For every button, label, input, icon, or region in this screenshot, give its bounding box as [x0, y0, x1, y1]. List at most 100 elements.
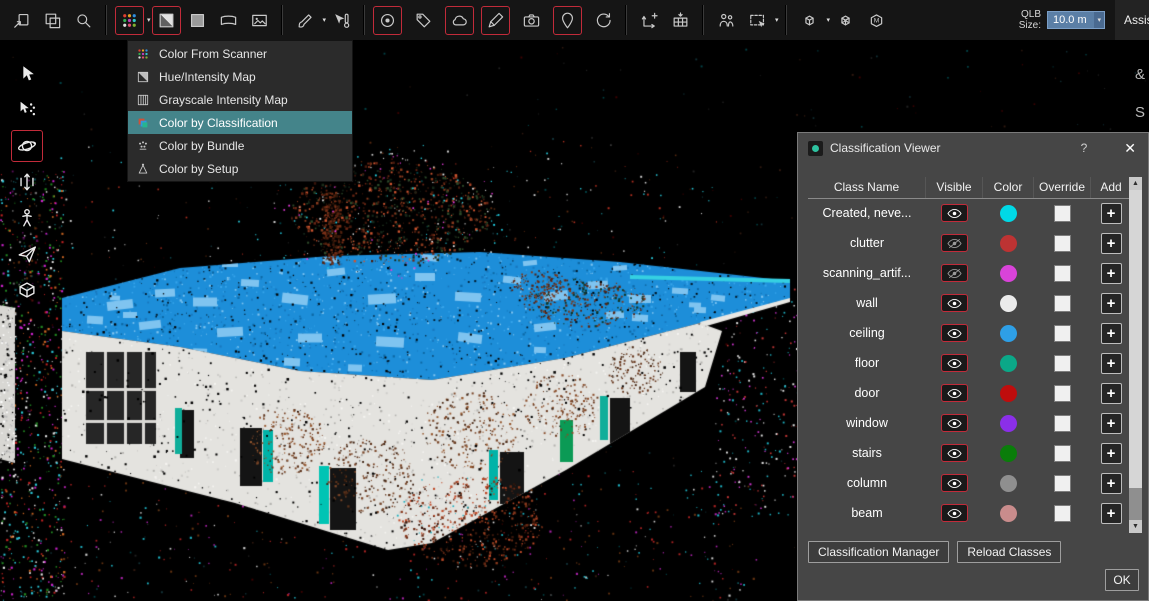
tag-tool-button[interactable] — [409, 6, 438, 35]
add-to-class-button[interactable]: + — [1101, 323, 1122, 344]
override-checkbox[interactable] — [1054, 475, 1071, 492]
brush-dropdown-arrow[interactable]: ▾ — [323, 16, 327, 24]
placemark-button[interactable] — [553, 6, 582, 35]
visibility-toggle[interactable] — [941, 414, 968, 432]
visibility-toggle[interactable] — [941, 324, 968, 342]
selection-box-button[interactable] — [743, 6, 772, 35]
override-checkbox[interactable] — [1054, 505, 1071, 522]
help-button[interactable]: ? — [1081, 141, 1088, 155]
selection-dropdown-arrow[interactable]: ▾ — [775, 16, 779, 24]
scroll-up-button[interactable]: ▲ — [1129, 177, 1142, 190]
add-to-class-button[interactable]: + — [1101, 503, 1122, 524]
scrollbar[interactable]: ▲ ▼ — [1129, 177, 1142, 533]
point-color-mode-button[interactable] — [115, 6, 144, 35]
menu-item-hue-intensity-map[interactable]: Hue/Intensity Map — [128, 65, 352, 88]
override-checkbox[interactable] — [1054, 385, 1071, 402]
scroll-down-button[interactable]: ▼ — [1129, 520, 1142, 533]
volume-box-button[interactable] — [831, 6, 860, 35]
visibility-toggle[interactable] — [941, 294, 968, 312]
override-checkbox[interactable] — [1054, 445, 1071, 462]
grayscale-view-button[interactable] — [183, 6, 212, 35]
scrollbar-thumb[interactable] — [1129, 190, 1142, 488]
add-to-class-button[interactable]: + — [1101, 293, 1122, 314]
ok-button[interactable]: OK — [1105, 569, 1139, 591]
screenshot-button[interactable] — [517, 6, 546, 35]
visibility-toggle[interactable] — [941, 354, 968, 372]
classification-color-button[interactable] — [152, 6, 181, 35]
override-checkbox[interactable] — [1054, 265, 1071, 282]
class-color-swatch[interactable] — [1000, 325, 1017, 342]
add-to-class-button[interactable]: + — [1101, 263, 1122, 284]
panorama-view-button[interactable] — [214, 6, 243, 35]
window-title-bar[interactable]: Classification Viewer ? ✕ — [798, 133, 1148, 163]
class-color-swatch[interactable] — [1000, 265, 1017, 282]
override-checkbox[interactable] — [1054, 295, 1071, 312]
color-mode-dropdown-arrow[interactable]: ▾ — [147, 16, 151, 24]
import-scans-button[interactable] — [7, 6, 36, 35]
brush-tool-button[interactable] — [291, 6, 320, 35]
override-checkbox[interactable] — [1054, 325, 1071, 342]
probe-tool-button[interactable] — [327, 6, 356, 35]
image-view-button[interactable] — [245, 6, 274, 35]
clipping-tool-button[interactable] — [11, 274, 43, 306]
add-to-class-button[interactable]: + — [1101, 413, 1122, 434]
select-tool-button[interactable] — [11, 58, 43, 90]
add-to-class-button[interactable]: + — [1101, 233, 1122, 254]
orbit-tool-button[interactable] — [11, 130, 43, 162]
add-to-class-button[interactable]: + — [1101, 383, 1122, 404]
visibility-toggle[interactable] — [941, 474, 968, 492]
visibility-toggle[interactable] — [941, 504, 968, 522]
class-color-swatch[interactable] — [1000, 445, 1017, 462]
add-to-class-button[interactable]: + — [1101, 443, 1122, 464]
class-color-swatch[interactable] — [1000, 235, 1017, 252]
class-color-swatch[interactable] — [1000, 205, 1017, 222]
visibility-toggle[interactable] — [941, 444, 968, 462]
menu-item-color-by-classification[interactable]: Color by Classification — [128, 111, 352, 134]
clipping-box-button[interactable] — [795, 6, 824, 35]
override-checkbox[interactable] — [1054, 205, 1071, 222]
menu-item-color-by-setup[interactable]: Color by Setup — [128, 157, 352, 180]
class-color-swatch[interactable] — [1000, 475, 1017, 492]
classification-manager-button[interactable]: Classification Manager — [808, 541, 949, 563]
zoom-area-button[interactable] — [69, 6, 98, 35]
point-select-tool-button[interactable] — [11, 94, 43, 126]
close-button[interactable]: ✕ — [1124, 140, 1136, 157]
class-color-swatch[interactable] — [1000, 415, 1017, 432]
menu-item-color-by-bundle[interactable]: Color by Bundle — [128, 134, 352, 157]
add-to-class-button[interactable]: + — [1101, 203, 1122, 224]
transform-tool-button[interactable] — [635, 6, 664, 35]
add-to-class-button[interactable]: + — [1101, 353, 1122, 374]
smart-pick-button[interactable] — [373, 6, 402, 35]
walkthrough-tool-button[interactable] — [11, 202, 43, 234]
override-checkbox[interactable] — [1054, 235, 1071, 252]
rotate-scans-button[interactable] — [589, 6, 618, 35]
override-checkbox[interactable] — [1054, 415, 1071, 432]
collaboration-button[interactable] — [712, 6, 741, 35]
class-color-swatch[interactable] — [1000, 295, 1017, 312]
partial-panel-icon-2[interactable]: S — [1135, 104, 1149, 121]
qlb-size-select[interactable]: 10.0 m ▾ — [1047, 11, 1105, 29]
model-box-button[interactable] — [862, 6, 891, 35]
duplicate-view-button[interactable] — [38, 6, 67, 35]
fly-tool-button[interactable] — [11, 238, 43, 270]
point-cloud-button[interactable] — [445, 6, 474, 35]
visibility-toggle[interactable] — [941, 264, 968, 282]
add-to-class-button[interactable]: + — [1101, 473, 1122, 494]
level-tool-button[interactable] — [11, 166, 43, 198]
clipping-dropdown-arrow[interactable]: ▾ — [827, 16, 831, 24]
reload-classes-button[interactable]: Reload Classes — [957, 541, 1061, 563]
class-color-swatch[interactable] — [1000, 385, 1017, 402]
export-region-button[interactable] — [666, 6, 695, 35]
menu-item-color-from-scanner[interactable]: Color From Scanner — [128, 42, 352, 65]
partial-panel-icon-1[interactable]: & — [1135, 66, 1149, 83]
assistant-panel-header[interactable]: Assis — [1115, 0, 1149, 40]
visibility-toggle[interactable] — [941, 234, 968, 252]
visibility-toggle[interactable] — [941, 204, 968, 222]
menu-item-grayscale-intensity-map[interactable]: Grayscale Intensity Map — [128, 88, 352, 111]
class-color-swatch[interactable] — [1000, 505, 1017, 522]
qlb-dropdown-arrow[interactable]: ▾ — [1094, 12, 1104, 28]
override-checkbox[interactable] — [1054, 355, 1071, 372]
class-color-swatch[interactable] — [1000, 355, 1017, 372]
annotate-pen-button[interactable] — [481, 6, 510, 35]
visibility-toggle[interactable] — [941, 384, 968, 402]
